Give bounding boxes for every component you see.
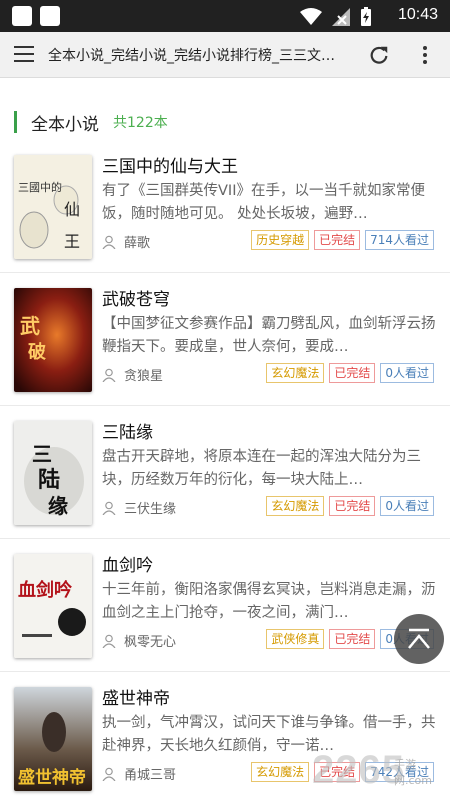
book-item[interactable]: 三國中的 仙 王 三国中的仙与大王 有了《三国群英传VII》在手，以一当千就如家… xyxy=(0,147,450,279)
no-signal-icon xyxy=(332,8,350,26)
svg-text:三國中的: 三國中的 xyxy=(18,180,62,194)
svg-text:破: 破 xyxy=(28,341,46,363)
status-bar: 10:43 xyxy=(0,0,450,32)
svg-text:陆: 陆 xyxy=(38,467,60,493)
svg-text:盛世神帝: 盛世神帝 xyxy=(18,767,86,788)
status-tag: 已完结 xyxy=(329,629,376,649)
book-description: 十三年前，衡阳洛家偶得玄冥诀，岂料消息走漏，沥血剑之主上门抢夺，一夜之间，满门… xyxy=(102,582,436,621)
book-description: 盘古开天辟地，将原本连在一起的浑浊大陆分为三块，历经数万年的衍化，每一块大陆上… xyxy=(102,449,421,488)
divider xyxy=(0,272,450,273)
book-title[interactable]: 盛世神帝 xyxy=(102,684,170,709)
category-tag: 历史穿越 xyxy=(251,230,310,250)
views-tag: 0人看过 xyxy=(380,363,434,383)
book-title[interactable]: 血剑吟 xyxy=(102,551,153,576)
menu-icon[interactable] xyxy=(14,46,34,64)
book-author: 贪狼星 xyxy=(124,369,164,384)
book-cover[interactable]: 三 陆 缘 xyxy=(14,421,92,525)
divider xyxy=(0,538,450,539)
book-description: 有了《三国群英传VII》在手，以一当千就如家常便饭，随时随地可见。 处处长坂坡，… xyxy=(102,183,425,222)
more-options-icon[interactable] xyxy=(422,46,428,64)
scroll-to-top-button[interactable] xyxy=(394,614,444,664)
svg-text:缘: 缘 xyxy=(48,494,68,518)
category-tag: 玄幻魔法 xyxy=(251,762,310,782)
category-tag: 武侠修真 xyxy=(266,629,325,649)
section-title: 全本小说 xyxy=(31,114,99,135)
divider xyxy=(0,671,450,672)
author-icon xyxy=(102,368,116,382)
views-tag: 714人看过 xyxy=(365,230,434,250)
author-icon xyxy=(102,767,116,781)
author-icon xyxy=(102,501,116,515)
book-item[interactable]: 三 陆 缘 三陆缘 盘古开天辟地，将原本连在一起的浑浊大陆分为三块，历经数万年的… xyxy=(0,413,450,545)
svg-text:武: 武 xyxy=(20,314,40,338)
page-title: 全本小说_完结小说_完结小说排行榜_三三文… xyxy=(48,48,335,64)
book-title[interactable]: 三陆缘 xyxy=(102,418,153,443)
book-count: 共122本 xyxy=(113,115,168,131)
battery-charging-icon xyxy=(361,7,371,26)
book-cover[interactable]: 血剑吟 xyxy=(14,554,92,658)
toolbar: 全本小说_完结小说_完结小说排行榜_三三文… xyxy=(0,32,450,78)
book-item[interactable]: 武 破 武破苍穹 【中国梦征文参赛作品】霸刀劈乱风，血剑斩浮云扬鞭指天下。要成皇… xyxy=(0,280,450,412)
status-tag: 已完结 xyxy=(329,363,376,383)
book-author: 枫零无心 xyxy=(124,635,177,650)
status-tag: 已完结 xyxy=(314,230,361,250)
book-title[interactable]: 三国中的仙与大王 xyxy=(102,152,238,177)
clock: 10:43 xyxy=(397,6,438,23)
scroll-top-icon xyxy=(408,628,430,649)
author-icon xyxy=(102,634,116,648)
book-cover[interactable]: 三國中的 仙 王 xyxy=(14,155,92,259)
book-cover[interactable]: 盛世神帝 xyxy=(14,687,92,791)
svg-text:三: 三 xyxy=(32,442,52,466)
watermark-sub: 手游网.com xyxy=(394,758,432,787)
book-description: 【中国梦征文参赛作品】霸刀劈乱风，血剑斩浮云扬鞭指天下。要成皇，世人奈何，要成… xyxy=(102,316,436,355)
svg-text:血剑吟: 血剑吟 xyxy=(18,579,72,601)
wifi-icon xyxy=(300,8,322,25)
svg-text:王: 王 xyxy=(64,232,80,251)
book-title[interactable]: 武破苍穹 xyxy=(102,285,170,310)
svg-text:仙: 仙 xyxy=(64,200,80,219)
category-tag: 玄幻魔法 xyxy=(266,363,325,383)
category-tag: 玄幻魔法 xyxy=(266,496,325,516)
refresh-icon[interactable] xyxy=(368,44,390,66)
book-author: 三伏生缘 xyxy=(124,502,177,517)
views-tag: 0人看过 xyxy=(380,496,434,516)
book-cover[interactable]: 武 破 xyxy=(14,288,92,392)
watermark-logo: 2265 xyxy=(312,748,405,792)
notification-icon xyxy=(12,6,32,26)
book-item[interactable]: 血剑吟 血剑吟 十三年前，衡阳洛家偶得玄冥诀，岂料消息走漏，沥血剑之主上门抢夺，… xyxy=(0,546,450,678)
book-author: 薛歌 xyxy=(124,236,151,251)
status-tag: 已完结 xyxy=(329,496,376,516)
divider xyxy=(0,405,450,406)
notification-icon xyxy=(40,6,60,26)
section-header: 全本小说 共122本 xyxy=(14,111,168,135)
author-icon xyxy=(102,235,116,249)
book-author: 甬城三哥 xyxy=(124,768,177,783)
